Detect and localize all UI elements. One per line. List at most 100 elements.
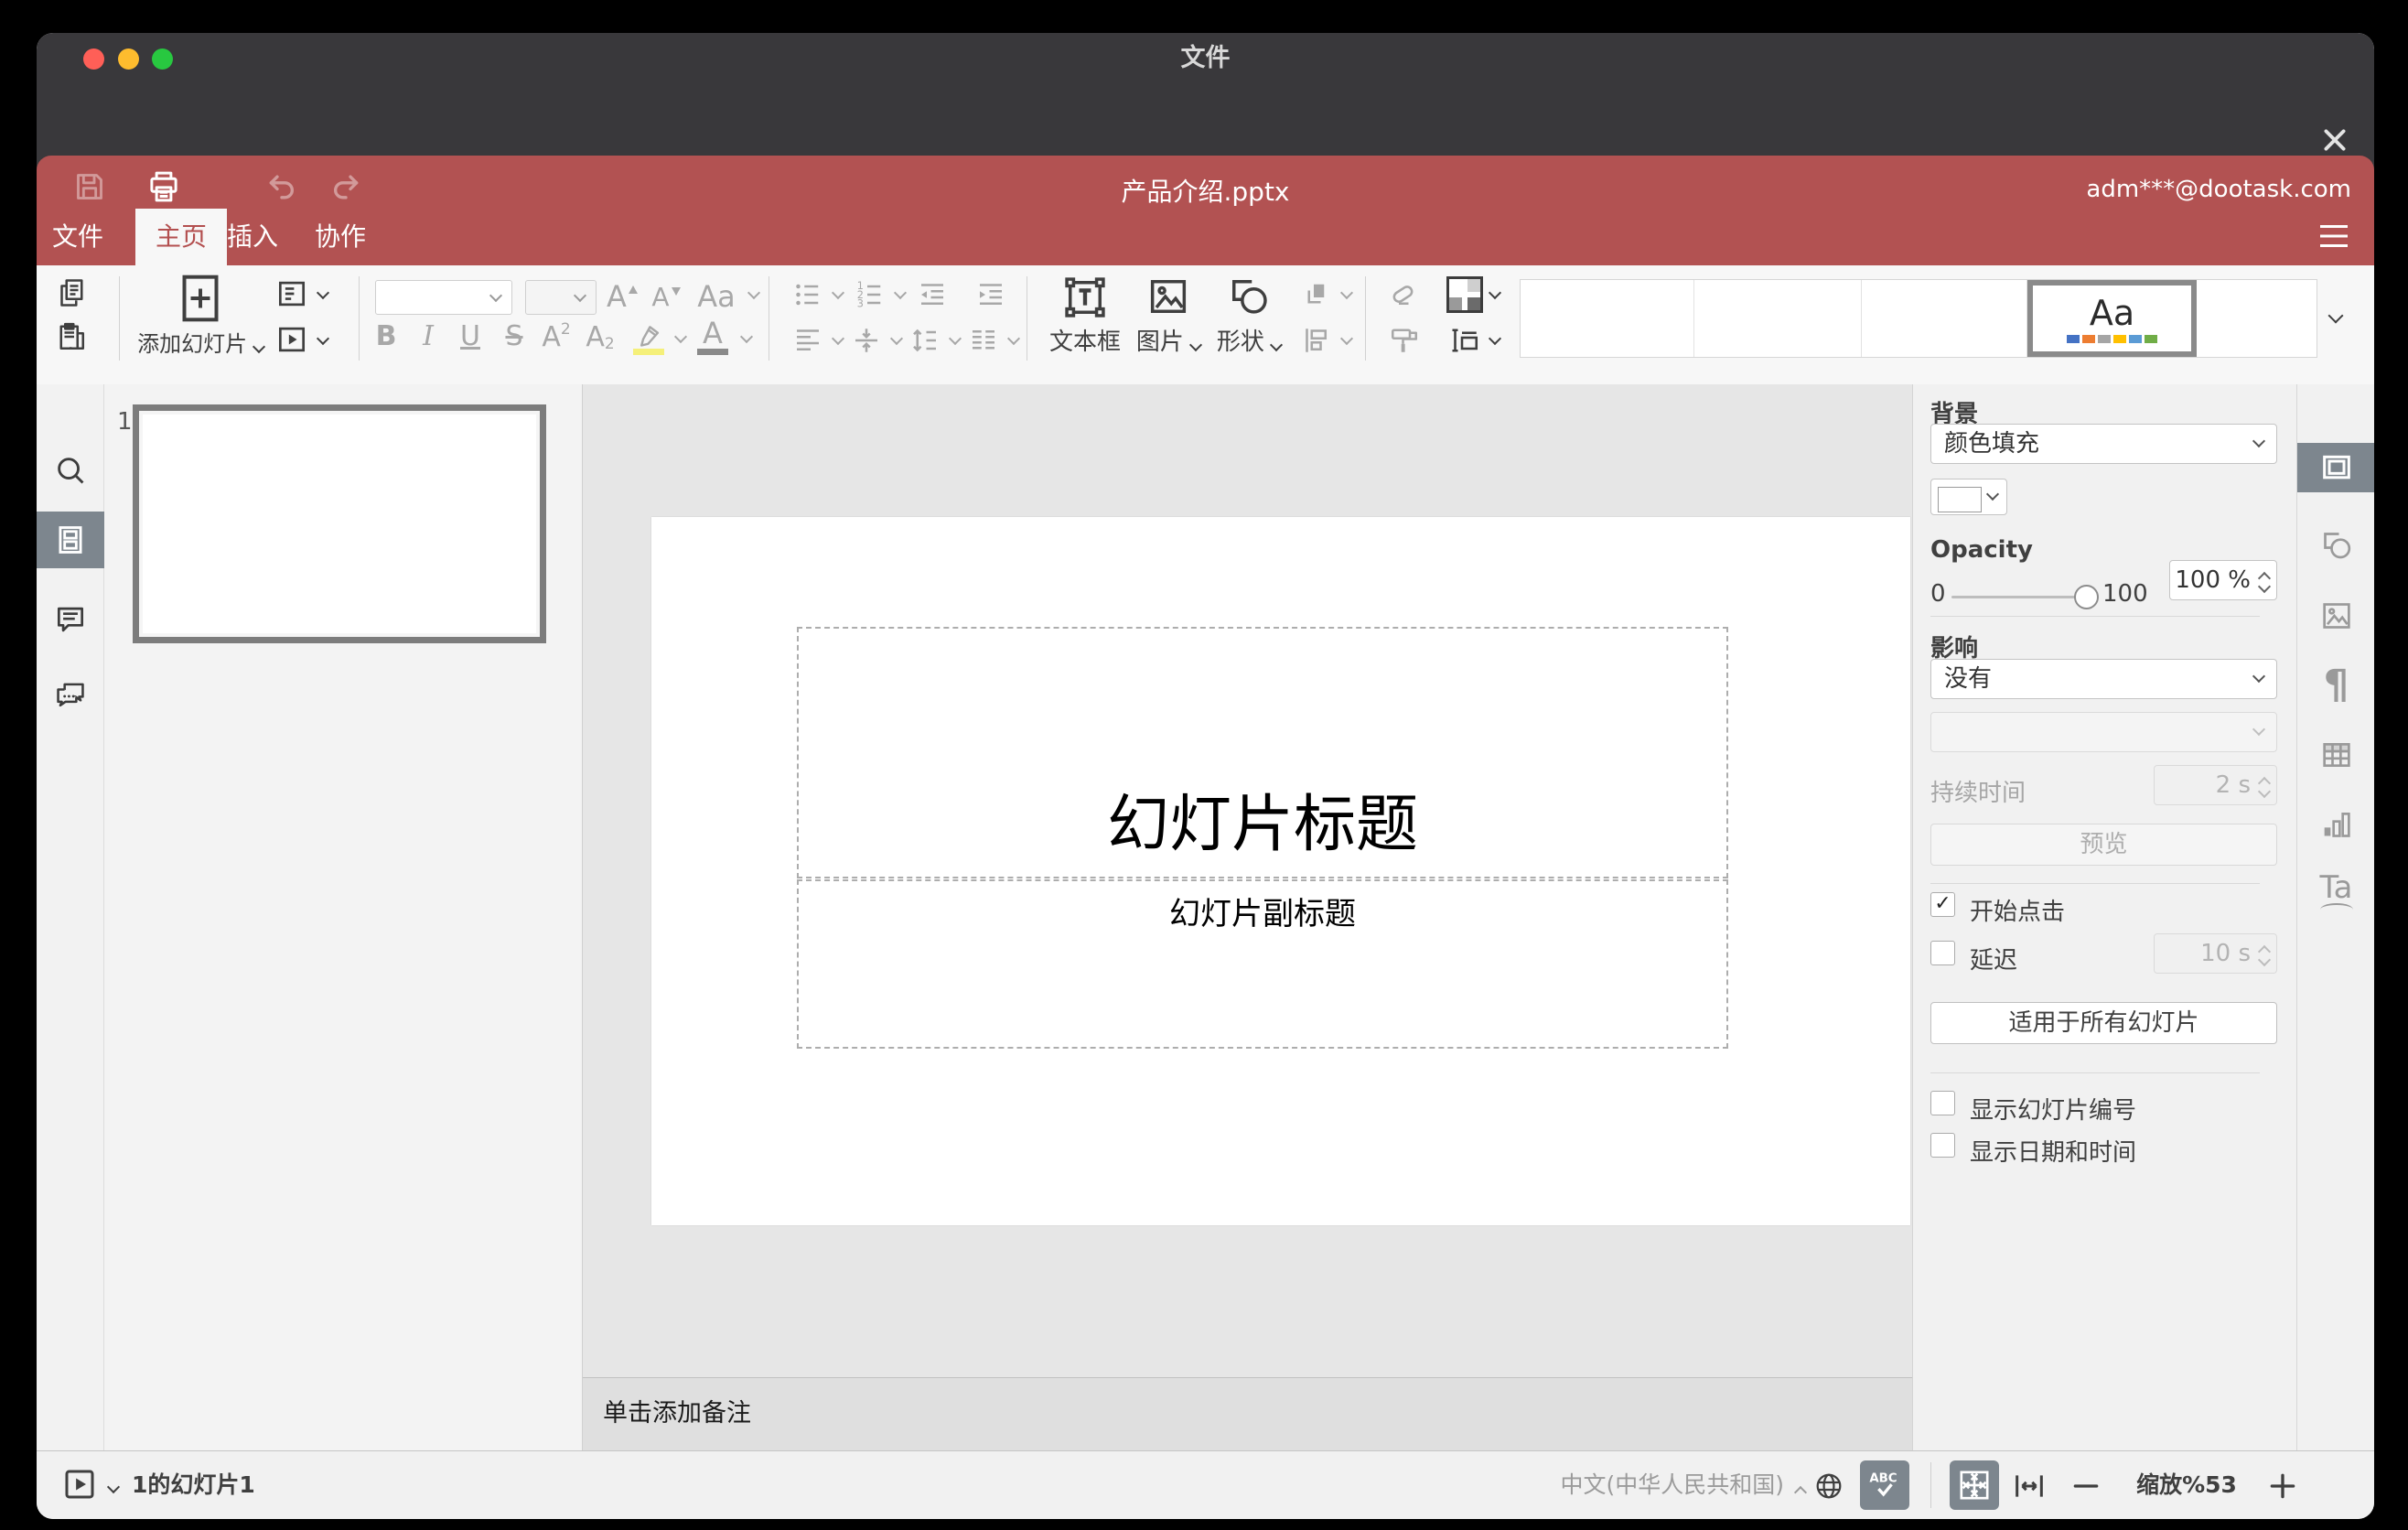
tab-file[interactable]: 文件 xyxy=(46,209,110,265)
slide-surface[interactable]: 幻灯片标题 幻灯片副标题 xyxy=(651,517,1910,1225)
change-case-chevron-icon[interactable] xyxy=(745,286,763,304)
document-language-icon[interactable] xyxy=(1812,1469,1847,1503)
effect-type-select[interactable] xyxy=(1930,712,2277,752)
bullet-list-chevron-icon[interactable] xyxy=(829,286,847,304)
bullet-list-icon[interactable] xyxy=(787,276,829,313)
theme-option-2[interactable] xyxy=(1694,280,1862,357)
decrease-indent-icon[interactable] xyxy=(911,276,953,313)
shape-settings-icon[interactable] xyxy=(2297,521,2374,570)
apply-to-all-slides-button[interactable]: 适用于所有幻灯片 xyxy=(1930,1002,2277,1044)
slides-panel-icon[interactable] xyxy=(37,512,104,568)
horizontal-align-icon[interactable] xyxy=(787,322,829,359)
zoom-in-icon[interactable] xyxy=(2264,1466,2305,1506)
theme-gallery-expand-icon[interactable] xyxy=(2322,306,2349,329)
subscript-button[interactable]: A2 xyxy=(580,318,620,355)
fill-color-swatch[interactable] xyxy=(1930,479,2007,515)
theme-option-selected[interactable]: Aa xyxy=(2027,280,2197,357)
theme-option-3[interactable] xyxy=(1862,280,2027,357)
copy-style-icon[interactable] xyxy=(1383,322,1425,359)
table-settings-icon[interactable] xyxy=(2297,730,2374,780)
slide-thumbnail[interactable] xyxy=(133,404,546,643)
fit-to-width-icon[interactable] xyxy=(2011,1466,2051,1506)
clear-style-icon[interactable] xyxy=(1383,276,1425,313)
superscript-button[interactable]: A2 xyxy=(536,318,576,355)
theme-option-5[interactable] xyxy=(2197,280,2316,357)
textbox-button[interactable]: 文本框 xyxy=(1043,269,1127,361)
columns-icon[interactable] xyxy=(962,322,1005,359)
duration-spinner[interactable]: 2 s xyxy=(2154,765,2277,805)
copy-icon[interactable] xyxy=(51,275,91,311)
vertical-align-icon[interactable] xyxy=(845,322,887,359)
insert-shape-button[interactable]: 形状 xyxy=(1209,269,1288,361)
change-case-icon[interactable]: Aa xyxy=(690,278,743,315)
language-selector[interactable]: 中文(中华人民共和国) xyxy=(1555,1451,1784,1519)
numbered-list-icon[interactable]: 123 xyxy=(849,276,891,313)
fill-color-chevron-icon[interactable] xyxy=(1486,286,1504,304)
line-spacing-chevron-icon[interactable] xyxy=(946,331,964,350)
columns-chevron-icon[interactable] xyxy=(1005,331,1023,350)
font-color-chevron-icon[interactable] xyxy=(737,329,756,348)
underline-button[interactable]: U xyxy=(450,318,490,355)
start-slideshow-icon[interactable] xyxy=(271,320,313,359)
subtitle-placeholder[interactable]: 幻灯片副标题 xyxy=(797,879,1728,1049)
arrange-chevron-icon[interactable] xyxy=(1338,286,1356,304)
language-chevron-icon[interactable] xyxy=(1791,1482,1810,1501)
decrease-font-icon[interactable]: A xyxy=(646,278,686,315)
slide-layout-icon[interactable] xyxy=(271,275,313,313)
comments-icon[interactable] xyxy=(37,591,104,648)
tab-collaboration[interactable]: 协作 xyxy=(303,209,378,265)
slide-size-icon[interactable] xyxy=(1444,322,1486,359)
fill-type-select[interactable]: 颜色填充 xyxy=(1930,424,2277,464)
chat-icon[interactable] xyxy=(37,666,104,723)
image-settings-icon[interactable] xyxy=(2297,591,2374,641)
shape-align-icon[interactable] xyxy=(1295,322,1338,359)
shape-align-chevron-icon[interactable] xyxy=(1338,331,1356,350)
font-name-select[interactable] xyxy=(375,280,512,315)
paragraph-settings-icon[interactable]: ¶ xyxy=(2297,660,2374,709)
fit-to-slide-icon[interactable] xyxy=(1950,1460,1999,1510)
slideshow-chevron-icon[interactable] xyxy=(313,331,333,350)
highlight-chevron-icon[interactable] xyxy=(672,329,690,348)
theme-option-1[interactable] xyxy=(1521,280,1694,357)
tab-home[interactable]: 主页 xyxy=(135,209,227,265)
start-slideshow-status-icon[interactable] xyxy=(60,1464,101,1504)
effect-select[interactable]: 没有 xyxy=(1930,659,2277,699)
search-icon[interactable] xyxy=(37,442,104,499)
paste-icon[interactable] xyxy=(51,318,91,355)
menu-icon[interactable] xyxy=(2317,222,2354,250)
fill-color-icon[interactable] xyxy=(1444,276,1486,313)
spellcheck-icon[interactable]: ABC xyxy=(1860,1460,1909,1510)
slideshow-status-chevron-icon[interactable] xyxy=(104,1477,123,1495)
textart-settings-icon[interactable]: Ta xyxy=(2297,870,2374,920)
slide-layout-chevron-icon[interactable] xyxy=(313,286,333,304)
add-slide-button[interactable]: 添加幻灯片 xyxy=(134,269,267,361)
italic-button[interactable]: I xyxy=(408,318,448,355)
chart-settings-icon[interactable] xyxy=(2297,800,2374,849)
start-on-click-checkbox[interactable]: ✓ xyxy=(1930,892,1955,917)
strikethrough-button[interactable]: S xyxy=(494,318,534,355)
zoom-out-icon[interactable] xyxy=(2068,1466,2108,1506)
line-spacing-icon[interactable] xyxy=(904,322,946,359)
bold-button[interactable]: B xyxy=(366,318,406,355)
increase-font-icon[interactable]: A xyxy=(602,278,642,315)
opacity-slider-thumb[interactable] xyxy=(2074,585,2099,609)
numbered-list-chevron-icon[interactable] xyxy=(891,286,909,304)
font-color-icon[interactable]: A xyxy=(692,316,734,357)
delay-spinner[interactable]: 10 s xyxy=(2154,933,2277,974)
increase-indent-icon[interactable] xyxy=(970,276,1012,313)
opacity-slider-track[interactable] xyxy=(1951,596,2085,598)
opacity-value-spinner[interactable]: 100 % xyxy=(2169,560,2277,600)
slide-size-chevron-icon[interactable] xyxy=(1486,331,1504,350)
arrange-icon[interactable] xyxy=(1295,276,1338,313)
delay-checkbox[interactable] xyxy=(1930,941,1955,965)
horizontal-align-chevron-icon[interactable] xyxy=(829,331,847,350)
title-placeholder[interactable]: 幻灯片标题 xyxy=(797,627,1728,878)
show-slide-number-checkbox[interactable] xyxy=(1930,1091,1955,1115)
highlight-color-icon[interactable] xyxy=(628,317,670,357)
insert-image-button[interactable]: 图片 xyxy=(1131,269,1206,361)
notes-area[interactable]: 单击添加备注 xyxy=(583,1377,1912,1450)
slide-settings-icon[interactable] xyxy=(2297,443,2374,492)
vertical-align-chevron-icon[interactable] xyxy=(887,331,906,350)
preview-button[interactable]: 预览 xyxy=(1930,824,2277,866)
tab-insert[interactable]: 插入 xyxy=(215,209,290,265)
